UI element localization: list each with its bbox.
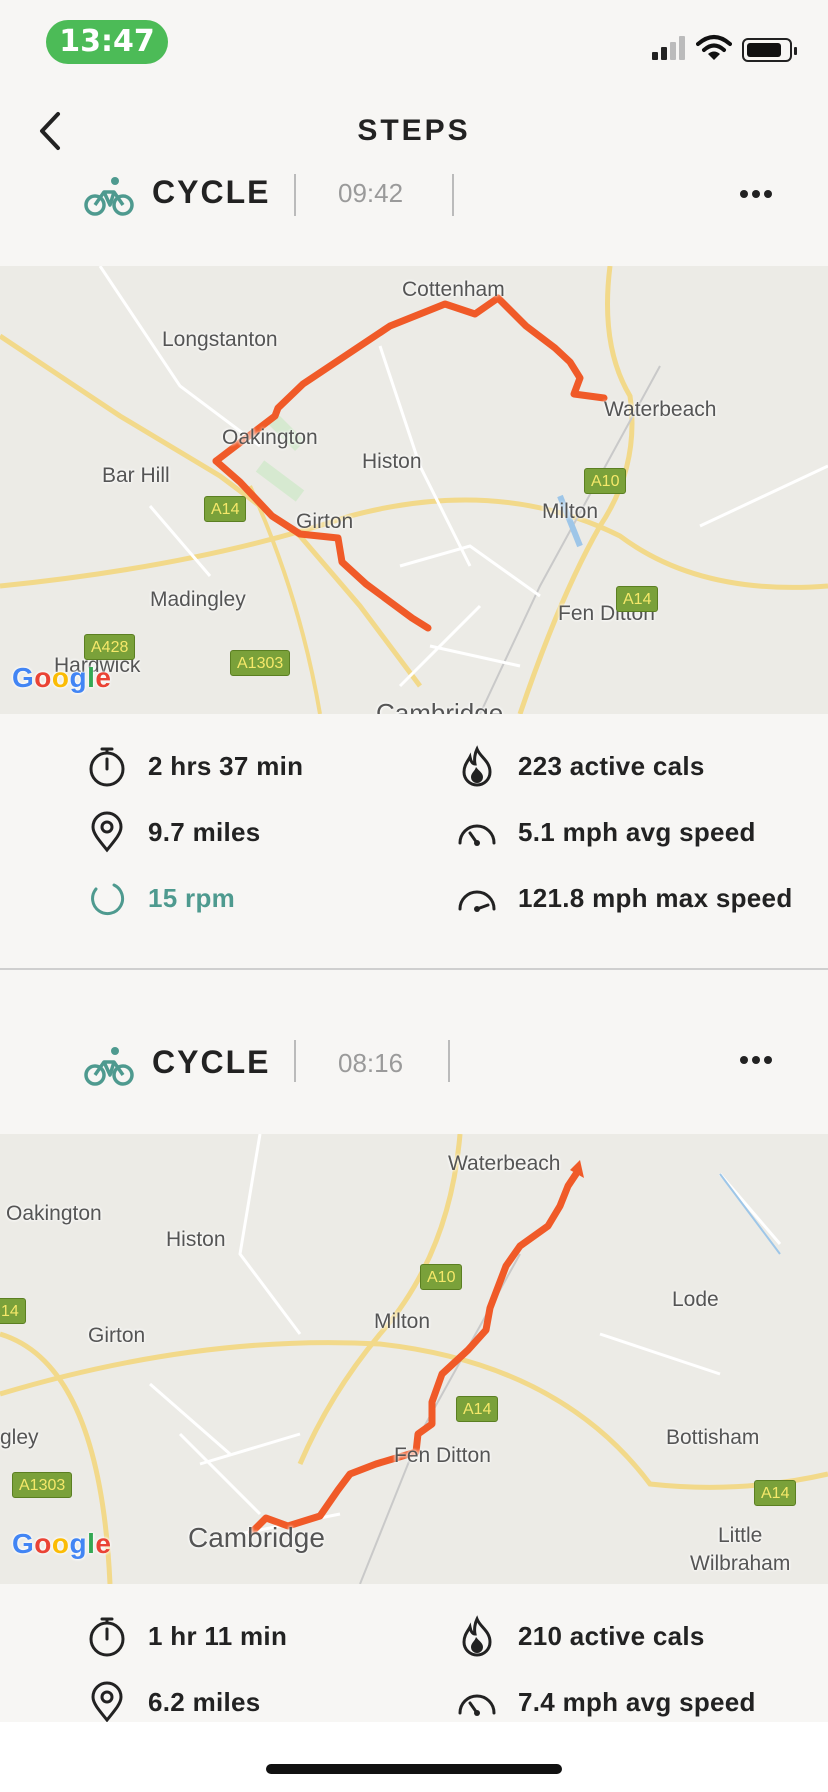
map-label: Lode	[672, 1288, 719, 1311]
stat-avg-speed: 5.1 mph avg speed	[456, 812, 756, 852]
stopwatch-icon	[89, 1617, 125, 1657]
map-label: Cambridge	[188, 1522, 325, 1553]
activity-start-time: 08:16	[338, 1048, 404, 1078]
calories-value: 210 active cals	[518, 1620, 705, 1651]
stopwatch-icon	[89, 747, 125, 787]
map-label: Bar Hill	[102, 464, 170, 487]
map-label: Cottenham	[402, 278, 505, 301]
flame-icon	[462, 745, 492, 787]
stat-duration: 2 hrs 37 min	[86, 746, 304, 787]
activity-stats: 2 hrs 37 min 223 active cals 9.7 miles 5…	[0, 714, 828, 968]
stat-avg-speed: 7.4 mph avg speed	[456, 1682, 756, 1722]
separator	[448, 1040, 450, 1082]
road-shield: A14	[204, 496, 247, 522]
status-bar: 13:47	[0, 0, 828, 92]
activity-type: CYCLE	[152, 1044, 271, 1080]
nav-bar: STEPS	[0, 92, 828, 172]
road-shield: A428	[84, 634, 136, 660]
stat-distance: 9.7 miles	[86, 811, 261, 853]
stat-cadence: 15 rpm	[86, 878, 235, 918]
stat-duration: 1 hr 11 min	[86, 1616, 288, 1657]
home-indicator[interactable]	[266, 1764, 562, 1774]
road-shield: A1303	[230, 650, 291, 676]
map-label: Girton	[296, 510, 354, 533]
map-label: Bottisham	[666, 1426, 760, 1449]
avg-speed-value: 5.1 mph avg speed	[518, 816, 756, 847]
map-label: Little	[718, 1524, 763, 1547]
card-divider	[0, 968, 828, 970]
bicycle-icon	[84, 1047, 134, 1086]
google-logo: Google	[12, 662, 112, 693]
stat-max-speed: 121.8 mph max speed	[456, 878, 793, 918]
road-shield: A10	[584, 468, 627, 494]
map-label: Milton	[542, 500, 599, 523]
separator	[294, 174, 296, 216]
location-pin-icon	[91, 811, 123, 853]
max-speed-value: 121.8 mph max speed	[518, 882, 793, 913]
cadence-value: 15 rpm	[148, 882, 236, 913]
activity-stats: 1 hr 11 min 210 active cals 6.2 miles 7.…	[0, 1584, 828, 1723]
battery-icon	[742, 38, 797, 62]
road-shield: A14	[754, 1480, 797, 1506]
road-shield: A14	[456, 1396, 499, 1422]
separator	[452, 174, 454, 216]
activity-header[interactable]: CYCLE 08:16	[0, 1038, 828, 1108]
speedometer-icon	[458, 1694, 496, 1716]
cadence-icon	[91, 883, 124, 916]
speedometer-max-icon	[458, 890, 496, 912]
map-label: Milton	[374, 1310, 431, 1333]
activity-start-time: 09:42	[338, 178, 404, 208]
route-map[interactable]: Waterbeach Oakington Histon Lode Girton …	[0, 1134, 828, 1584]
map-label: Girton	[88, 1324, 146, 1347]
map-label: Wilbraham	[690, 1552, 791, 1575]
duration-value: 1 hr 11 min	[148, 1620, 288, 1651]
status-time: 13:47	[46, 20, 168, 64]
map-label: Fen Ditton	[394, 1444, 491, 1467]
road-shield: 14	[0, 1298, 26, 1324]
map-label: Waterbeach	[448, 1152, 561, 1175]
duration-value: 2 hrs 37 min	[148, 750, 304, 781]
map-label: Oakington	[222, 426, 318, 449]
stat-distance: 6.2 miles	[86, 1681, 261, 1723]
map-label: Histon	[166, 1228, 226, 1251]
more-options-icon[interactable]	[740, 1056, 776, 1066]
wifi-icon	[696, 35, 732, 60]
map-label: Longstanton	[162, 328, 278, 351]
more-options-icon[interactable]	[740, 190, 776, 200]
bicycle-icon	[84, 177, 134, 216]
route-map[interactable]: Cottenham Longstanton Waterbeach Oakingt…	[0, 266, 828, 714]
road-shield: A1303	[12, 1472, 73, 1498]
distance-value: 9.7 miles	[148, 816, 261, 847]
speedometer-icon	[458, 824, 496, 846]
activity-type: CYCLE	[152, 174, 271, 210]
map-label: gley	[0, 1426, 39, 1449]
location-pin-icon	[91, 1681, 123, 1723]
google-logo: Google	[12, 1528, 112, 1559]
road-shield: A10	[420, 1264, 463, 1290]
map-label: Oakington	[6, 1202, 102, 1225]
road-shield: A14	[616, 586, 659, 612]
map-roads	[0, 1134, 828, 1584]
map-label: Waterbeach	[604, 398, 717, 421]
stat-calories: 223 active cals	[456, 745, 705, 787]
distance-value: 6.2 miles	[148, 1686, 261, 1717]
page-title: STEPS	[357, 114, 471, 147]
map-label: Madingley	[150, 588, 246, 611]
cellular-signal-icon	[652, 36, 688, 60]
home-indicator-area	[0, 1722, 828, 1792]
map-label: Cambridge	[376, 698, 504, 714]
stat-calories: 210 active cals	[456, 1615, 705, 1657]
avg-speed-value: 7.4 mph avg speed	[518, 1686, 756, 1717]
separator	[294, 1040, 296, 1082]
calories-value: 223 active cals	[518, 750, 705, 781]
activity-header[interactable]: CYCLE 09:42	[0, 168, 828, 238]
map-label: Histon	[362, 450, 422, 473]
flame-icon	[462, 1615, 492, 1657]
